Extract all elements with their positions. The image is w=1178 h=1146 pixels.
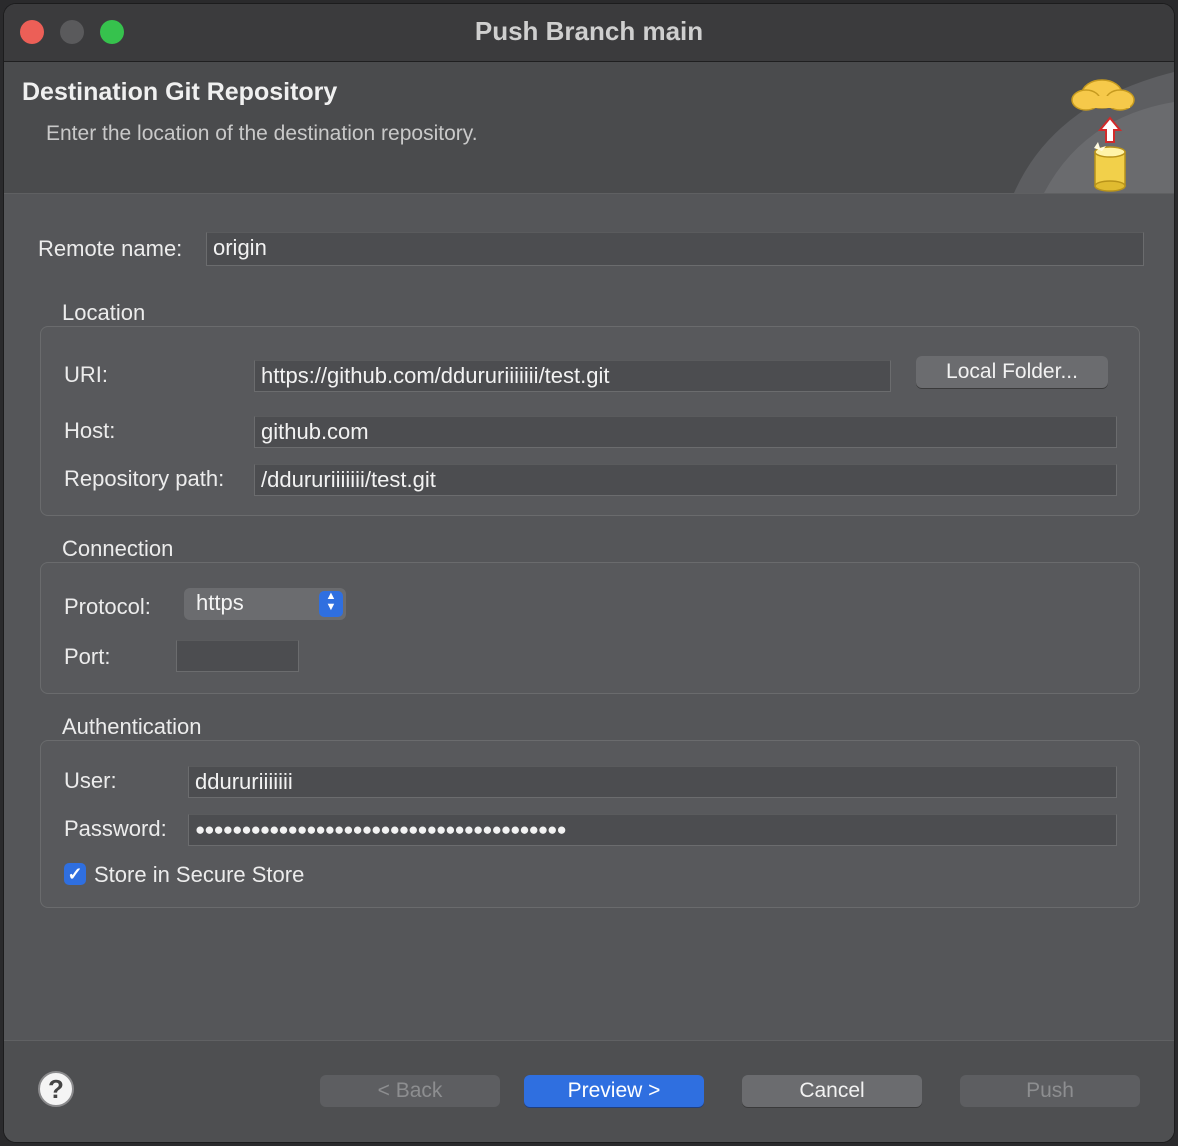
remote-name-input[interactable]: origin [206, 232, 1144, 266]
connection-group-title: Connection [62, 536, 174, 561]
title-bar: Push Branch main [4, 4, 1174, 62]
push-button[interactable]: Push [960, 1075, 1140, 1107]
password-label: Password: [64, 816, 167, 841]
protocol-select[interactable]: https ▲ ▼ [184, 588, 346, 620]
protocol-value: https [196, 590, 244, 615]
password-input[interactable]: ●●●●●●●●●●●●●●●●●●●●●●●●●●●●●●●●●●●●●●●● [188, 814, 1117, 846]
protocol-label: Protocol: [64, 594, 151, 619]
user-input[interactable]: ddururiiiiiii [188, 766, 1117, 798]
port-input[interactable] [176, 640, 299, 672]
push-branch-dialog: Push Branch main Destination Git Reposit… [4, 4, 1174, 1142]
uri-label: URI: [64, 362, 108, 387]
checkmark-icon: ✓ [67, 864, 83, 884]
store-in-secure-store-label[interactable]: Store in Secure Store [94, 862, 304, 888]
wizard-page: Remote name: origin Location URI: https:… [4, 194, 1174, 1040]
uri-input[interactable]: https://github.com/ddururiiiiiii/test.gi… [254, 360, 891, 392]
cancel-button[interactable]: Cancel [742, 1075, 922, 1107]
button-bar: ? < Back Preview > Cancel Push [4, 1040, 1174, 1142]
remote-name-label: Remote name: [38, 236, 183, 261]
window-title: Push Branch main [474, 16, 704, 46]
preview-button[interactable]: Preview > [524, 1075, 704, 1107]
banner-title: Destination Git Repository [22, 78, 338, 106]
host-label: Host: [64, 418, 116, 443]
host-input[interactable]: github.com [254, 416, 1117, 448]
repository-path-input[interactable]: /ddururiiiiiii/test.git [254, 464, 1117, 496]
chevron-up-down-icon: ▲ ▼ [319, 591, 343, 617]
location-group-title: Location [62, 300, 146, 325]
authentication-group-title: Authentication [62, 714, 202, 739]
cloud-icon [1071, 79, 1135, 111]
store-in-secure-store-checkbox[interactable]: ✓ [64, 863, 86, 885]
back-button[interactable]: < Back [320, 1075, 500, 1107]
wizard-banner: Destination Git Repository Enter the loc… [4, 62, 1174, 194]
user-label: User: [64, 768, 117, 793]
port-label: Port: [64, 644, 111, 669]
help-icon[interactable]: ? [38, 1071, 74, 1107]
connection-group [40, 562, 1140, 694]
push-to-cloud-icon [1014, 72, 1174, 193]
local-folder-button[interactable]: Local Folder... [916, 356, 1108, 388]
database-icon [1094, 142, 1126, 192]
repository-path-label: Repository path: [64, 466, 225, 491]
banner-description: Enter the location of the destination re… [46, 122, 478, 145]
